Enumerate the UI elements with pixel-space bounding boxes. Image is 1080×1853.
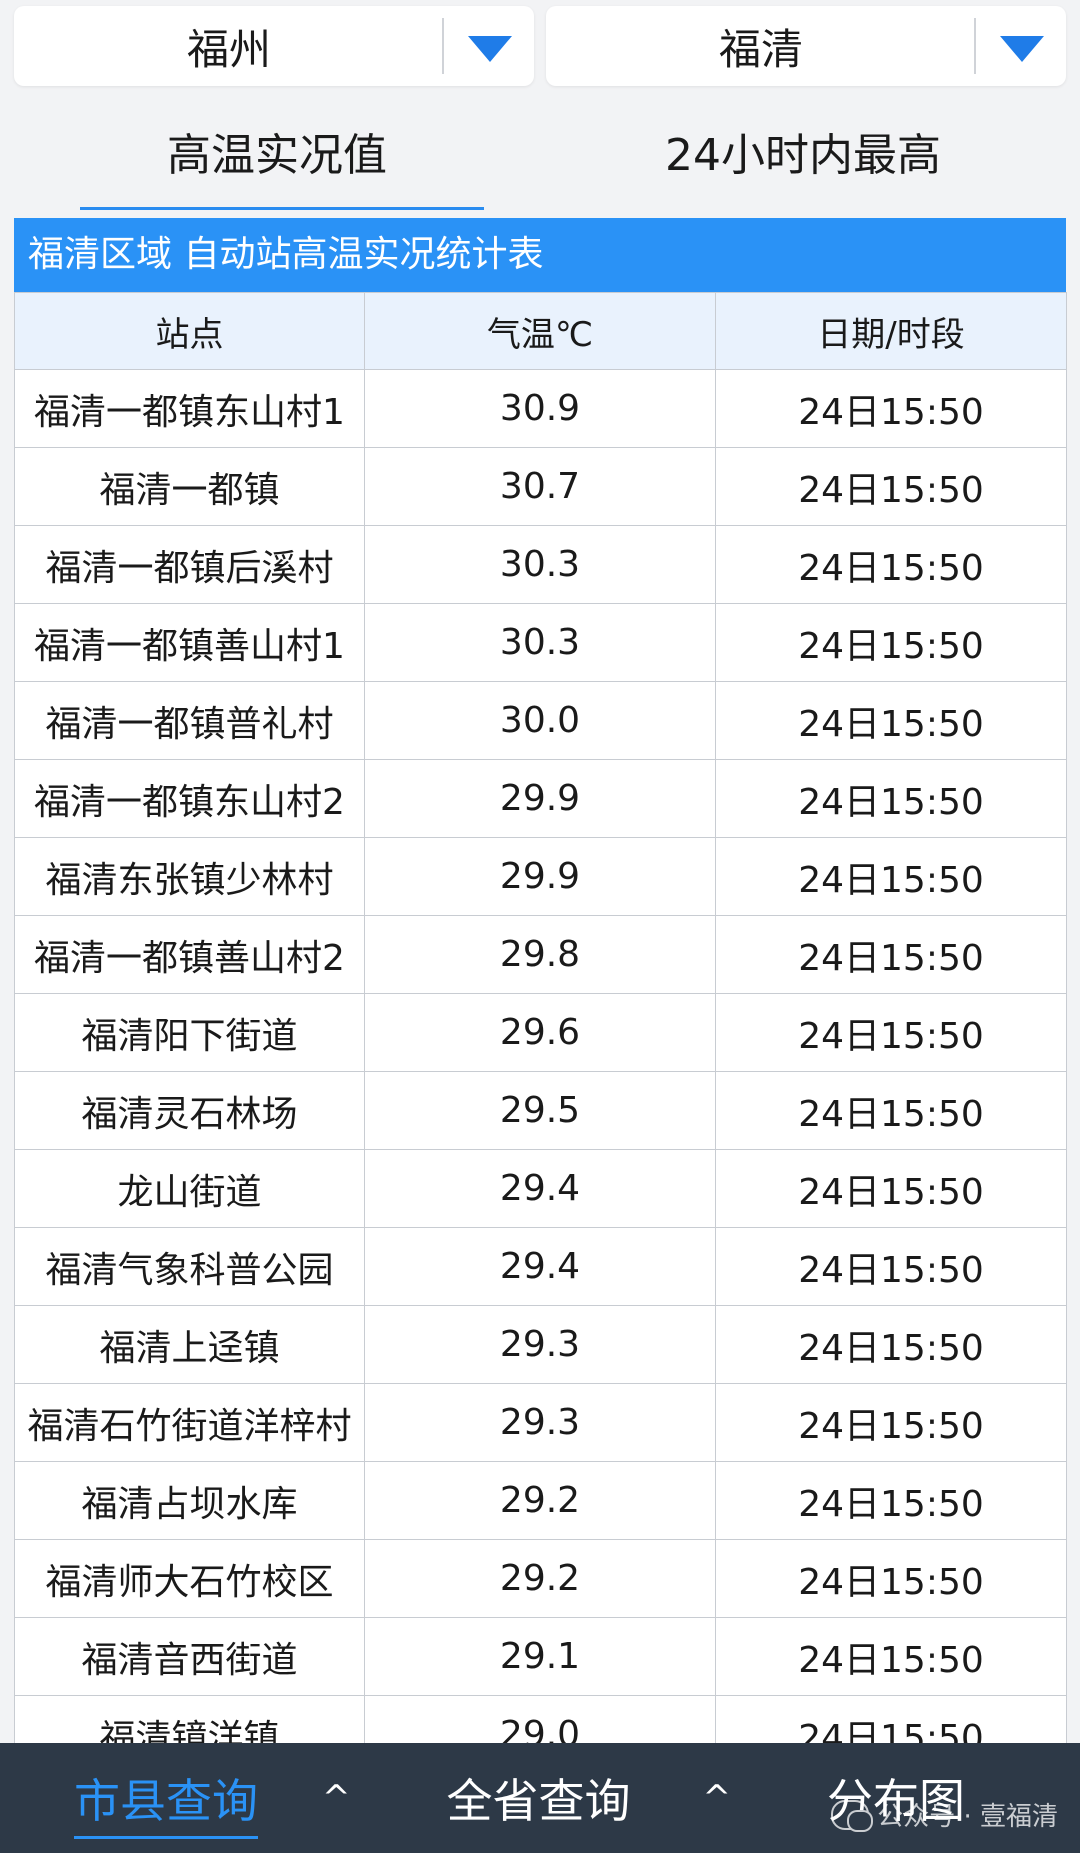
dropdown-arrow-icon[interactable] [1000,36,1044,62]
cell-station: 龙山街道 [14,1149,365,1228]
table-row: 福清上迳镇 29.3 24日15:50 [14,1305,1067,1384]
tab-24h-max[interactable]: 24小时内最高 [540,116,1066,206]
table-row: 福清占坝水库 29.2 24日15:50 [14,1461,1067,1540]
chevron-up-icon[interactable]: ^ [322,1778,351,1818]
cell-temperature: 29.2 [364,1539,716,1618]
cell-station: 福清阳下街道 [14,993,365,1072]
cell-temperature: 29.9 [364,837,716,916]
high-temp-table: 站点 气温℃ 日期/时段 福清一都镇东山村1 30.9 24日15:50 福清一都镇 3… [14,292,1067,1774]
city-select[interactable]: 福州 [14,6,534,86]
cell-station: 福清石竹街道洋梓村 [14,1383,365,1462]
cell-datetime: 24日15:50 [715,447,1067,526]
cell-datetime: 24日15:50 [715,681,1067,760]
cell-temperature: 29.4 [364,1149,716,1228]
table-row: 福清一都镇 30.7 24日15:50 [14,447,1067,526]
cell-temperature: 30.3 [364,603,716,682]
header-temperature: 气温℃ [364,292,716,370]
bottom-nav: 市县查询 ^ 全省查询 ^ 分布图 公众号 · 壹福清 [0,1743,1080,1853]
nav-label: 市县查询 [74,1774,258,1828]
table-row: 福清师大石竹校区 29.2 24日15:50 [14,1539,1067,1618]
cell-datetime: 24日15:50 [715,993,1067,1072]
cell-station: 福清占坝水库 [14,1461,365,1540]
cell-station: 福清灵石林场 [14,1071,365,1150]
cell-temperature: 30.0 [364,681,716,760]
table-row: 福清一都镇东山村2 29.9 24日15:50 [14,759,1067,838]
cell-datetime: 24日15:50 [715,837,1067,916]
table-header-row: 站点 气温℃ 日期/时段 [14,292,1067,370]
county-select-value: 福清 [718,24,803,74]
header-datetime: 日期/时段 [715,292,1067,370]
table-row: 福清灵石林场 29.5 24日15:50 [14,1071,1067,1150]
table-row: 福清气象科普公园 29.4 24日15:50 [14,1227,1067,1306]
cell-station: 福清师大石竹校区 [14,1539,365,1618]
table-row: 福清一都镇普礼村 30.0 24日15:50 [14,681,1067,760]
cell-datetime: 24日15:50 [715,1617,1067,1696]
table-row: 龙山街道 29.4 24日15:50 [14,1149,1067,1228]
cell-datetime: 24日15:50 [715,369,1067,448]
cell-temperature: 30.7 [364,447,716,526]
watermark-text: 公众号 · 壹福清 [877,1802,1058,1832]
cell-datetime: 24日15:50 [715,1227,1067,1306]
cell-datetime: 24日15:50 [715,1383,1067,1462]
table-row: 福清一都镇后溪村 30.3 24日15:50 [14,525,1067,604]
cell-station: 福清上迳镇 [14,1305,365,1384]
cell-temperature: 29.3 [364,1305,716,1384]
cell-station: 福清一都镇 [14,447,365,526]
county-select[interactable]: 福清 [546,6,1066,86]
cell-station: 福清一都镇东山村2 [14,759,365,838]
select-divider [974,18,976,74]
dropdown-arrow-icon[interactable] [468,36,512,62]
chevron-up-icon[interactable]: ^ [703,1778,732,1818]
table-row: 福清一都镇善山村1 30.3 24日15:50 [14,603,1067,682]
cell-datetime: 24日15:50 [715,1149,1067,1228]
cell-station: 福清一都镇后溪村 [14,525,365,604]
cell-station: 福清音西街道 [14,1617,365,1696]
cell-station: 福清一都镇善山村2 [14,915,365,994]
cell-datetime: 24日15:50 [715,603,1067,682]
cell-temperature: 29.2 [364,1461,716,1540]
cell-station: 福清一都镇善山村1 [14,603,365,682]
cell-temperature: 29.6 [364,993,716,1072]
cell-datetime: 24日15:50 [715,1071,1067,1150]
active-underline [74,1836,258,1839]
table-row: 福清一都镇善山村2 29.8 24日15:50 [14,915,1067,994]
wechat-icon [831,1799,874,1832]
cell-temperature: 29.8 [364,915,716,994]
cell-temperature: 29.9 [364,759,716,838]
cell-station: 福清东张镇少林村 [14,837,365,916]
cell-datetime: 24日15:50 [715,1305,1067,1384]
nav-province-query[interactable]: 全省查询 [447,1743,631,1853]
high-temp-table-panel: 福清区域 自动站高温实况统计表 站点 气温℃ 日期/时段 福清一都镇东山村1 30… [14,218,1067,1774]
watermark: 公众号 · 壹福清 [831,1796,1058,1833]
table-row: 福清东张镇少林村 29.9 24日15:50 [14,837,1067,916]
header-station: 站点 [14,292,365,370]
nav-label: 全省查询 [446,1774,631,1828]
table-row: 福清石竹街道洋梓村 29.3 24日15:50 [14,1383,1067,1462]
cell-datetime: 24日15:50 [715,759,1067,838]
cell-station: 福清一都镇普礼村 [14,681,365,760]
cell-temperature: 30.3 [364,525,716,604]
cell-datetime: 24日15:50 [715,1539,1067,1618]
table-title: 福清区域 自动站高温实况统计表 [14,218,1066,292]
cell-datetime: 24日15:50 [715,525,1067,604]
nav-city-county-query[interactable]: 市县查询 [74,1743,258,1853]
cell-temperature: 29.3 [364,1383,716,1462]
table-row: 福清一都镇东山村1 30.9 24日15:50 [14,369,1067,448]
table-row: 福清阳下街道 29.6 24日15:50 [14,993,1067,1072]
cell-temperature: 29.5 [364,1071,716,1150]
cell-station: 福清气象科普公园 [14,1227,365,1306]
tab-bar: 高温实况值 24小时内最高 [14,116,1066,210]
select-divider [442,18,444,74]
cell-station: 福清一都镇东山村1 [14,369,365,448]
table-body: 福清一都镇东山村1 30.9 24日15:50 福清一都镇 30.7 24日15:50 福清… [14,369,1067,1774]
cell-datetime: 24日15:50 [715,915,1067,994]
tab-current-high-temp[interactable]: 高温实况值 [14,116,540,210]
city-select-value: 福州 [186,24,271,74]
table-row: 福清音西街道 29.1 24日15:50 [14,1617,1067,1696]
cell-temperature: 29.4 [364,1227,716,1306]
cell-datetime: 24日15:50 [715,1461,1067,1540]
region-selectors: 福州 福清 [14,6,1066,86]
cell-temperature: 29.1 [364,1617,716,1696]
cell-temperature: 30.9 [364,369,716,448]
